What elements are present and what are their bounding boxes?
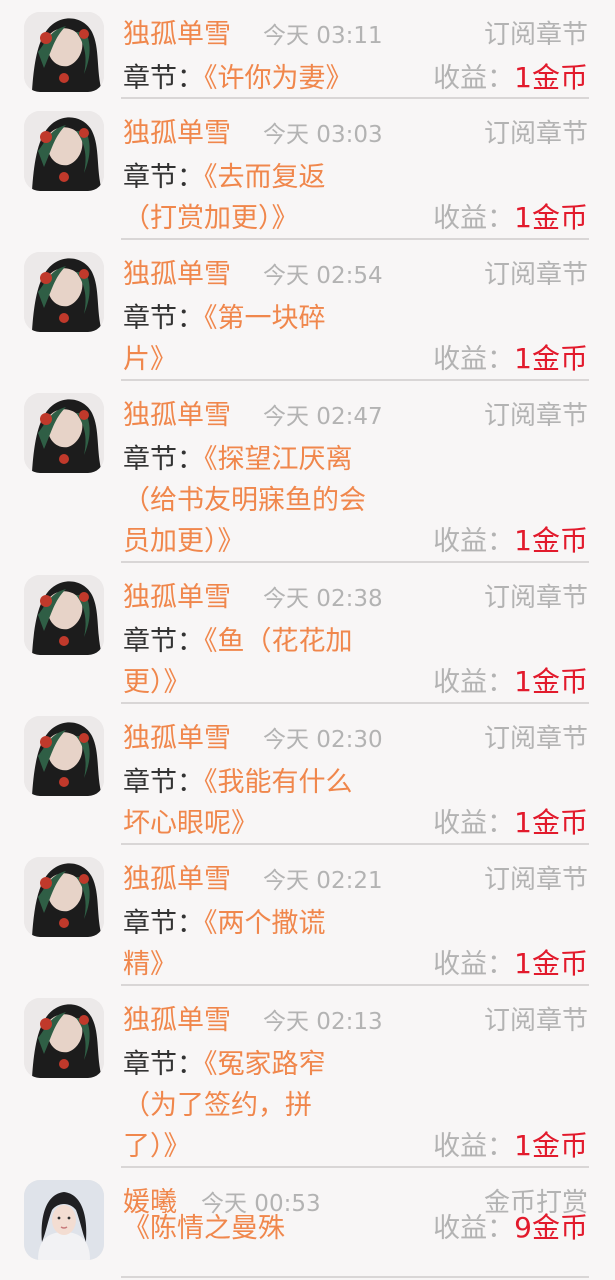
divider xyxy=(121,1276,589,1278)
avatar[interactable] xyxy=(24,575,104,655)
user-name[interactable]: 独孤单雪 xyxy=(123,256,231,294)
chapter-label: 章节： xyxy=(123,1049,204,1080)
timestamp: 今天 02:47 xyxy=(263,404,383,430)
record-type: 订阅章节 xyxy=(483,583,588,613)
avatar[interactable] xyxy=(24,998,104,1078)
avatar[interactable] xyxy=(24,393,104,473)
income-value: 1金币 xyxy=(514,342,588,375)
chapter-title[interactable]: 《许你为妻》 xyxy=(204,63,353,94)
record-type: 订阅章节 xyxy=(483,865,588,895)
income-value: 1金币 xyxy=(514,524,588,557)
user-name[interactable]: 独孤单雪 xyxy=(123,115,231,153)
income: 收益：1金币 xyxy=(433,661,588,703)
income: 收益：1金币 xyxy=(433,1125,588,1167)
avatar[interactable] xyxy=(24,111,104,191)
income: 收益：1金币 xyxy=(433,57,588,99)
avatar[interactable] xyxy=(24,716,104,796)
income-label: 收益： xyxy=(433,949,515,980)
timestamp: 今天 02:38 xyxy=(263,586,383,612)
income-label: 收益： xyxy=(433,808,515,839)
user-name[interactable]: 独孤单雪 xyxy=(123,16,231,54)
record-type: 订阅章节 xyxy=(483,724,588,754)
income: 收益：9金币 xyxy=(433,1207,588,1249)
timestamp: 今天 03:03 xyxy=(263,122,383,148)
chapter-label: 章节： xyxy=(123,444,204,475)
avatar[interactable] xyxy=(24,1180,104,1260)
user-name[interactable]: 独孤单雪 xyxy=(123,861,231,899)
income-value: 1金币 xyxy=(514,201,588,234)
income: 收益：1金币 xyxy=(433,943,588,985)
list-item[interactable]: 独孤单雪 今天 02:30 订阅章节 章节：《我能有什么 坏心眼呢》 收益：1金… xyxy=(0,704,615,845)
item-content: 独孤单雪 今天 03:11 订阅章节 章节：《许你为妻》 收益：1金币 xyxy=(123,0,588,99)
income-label: 收益： xyxy=(433,1213,515,1244)
income-label: 收益： xyxy=(433,344,515,375)
item-content: 独孤单雪 今天 02:38 订阅章节 章节：《鱼（花花加 更）》 收益：1金币 xyxy=(123,563,588,703)
income-value: 1金币 xyxy=(514,947,588,980)
avatar[interactable] xyxy=(24,252,104,332)
chapter-label: 章节： xyxy=(123,626,204,657)
income: 收益：1金币 xyxy=(433,197,588,239)
list-item[interactable]: 独孤单雪 今天 02:21 订阅章节 章节：《两个撒谎 精》 收益：1金币 xyxy=(0,845,615,986)
chapter-label: 章节： xyxy=(123,303,204,334)
timestamp: 今天 02:30 xyxy=(263,727,383,753)
user-name[interactable]: 独孤单雪 xyxy=(123,1002,231,1040)
list-item[interactable]: 媛曦 今天 00:53 金币打赏 《陈情之曼殊 收益：9金币 xyxy=(0,1168,615,1278)
income-value: 1金币 xyxy=(514,665,588,698)
list-item[interactable]: 独孤单雪 今天 03:03 订阅章节 章节：《去而复返 （打赏加更）》 收益：1… xyxy=(0,99,615,240)
income-value: 1金币 xyxy=(514,806,588,839)
item-content: 独孤单雪 今天 02:54 订阅章节 章节：《第一块碎 片》 收益：1金币 xyxy=(123,240,588,380)
chapter-label: 章节： xyxy=(123,162,204,193)
income-label: 收益： xyxy=(433,526,515,557)
item-content: 独孤单雪 今天 03:03 订阅章节 章节：《去而复返 （打赏加更）》 收益：1… xyxy=(123,99,588,239)
user-name[interactable]: 独孤单雪 xyxy=(123,720,231,758)
record-type: 订阅章节 xyxy=(483,401,588,431)
timestamp: 今天 02:13 xyxy=(263,1009,383,1035)
list-item[interactable]: 独孤单雪 今天 03:11 订阅章节 章节：《许你为妻》 收益：1金币 xyxy=(0,0,615,99)
record-type: 订阅章节 xyxy=(483,1006,588,1036)
chapter-label: 章节： xyxy=(123,767,204,798)
user-name[interactable]: 独孤单雪 xyxy=(123,579,231,617)
item-content: 媛曦 今天 00:53 金币打赏 《陈情之曼殊 收益：9金币 xyxy=(123,1168,588,1249)
timestamp: 今天 03:11 xyxy=(263,23,383,49)
reward-record-list: 独孤单雪 今天 03:11 订阅章节 章节：《许你为妻》 收益：1金币 独孤单雪… xyxy=(0,0,615,1278)
item-content: 独孤单雪 今天 02:47 订阅章节 章节：《探望江厌离 （给书友明寐鱼的会 员… xyxy=(123,381,588,562)
list-item[interactable]: 独孤单雪 今天 02:13 订阅章节 章节：《冤家路窄 （为了签约，拼 了）》 … xyxy=(0,986,615,1168)
record-type: 订阅章节 xyxy=(483,119,588,149)
income: 收益：1金币 xyxy=(433,520,588,562)
item-content: 独孤单雪 今天 02:13 订阅章节 章节：《冤家路窄 （为了签约，拼 了）》 … xyxy=(123,986,588,1167)
user-name[interactable]: 独孤单雪 xyxy=(123,397,231,435)
income-label: 收益： xyxy=(433,63,515,94)
chapter-label: 章节： xyxy=(123,908,204,939)
avatar[interactable] xyxy=(24,12,104,92)
list-item[interactable]: 独孤单雪 今天 02:38 订阅章节 章节：《鱼（花花加 更）》 收益：1金币 xyxy=(0,563,615,704)
income-value: 1金币 xyxy=(514,61,588,94)
record-type: 订阅章节 xyxy=(483,260,588,290)
income-label: 收益： xyxy=(433,667,515,698)
item-content: 独孤单雪 今天 02:30 订阅章节 章节：《我能有什么 坏心眼呢》 收益：1金… xyxy=(123,704,588,844)
item-content: 独孤单雪 今天 02:21 订阅章节 章节：《两个撒谎 精》 收益：1金币 xyxy=(123,845,588,985)
avatar[interactable] xyxy=(24,857,104,937)
income: 收益：1金币 xyxy=(433,338,588,380)
list-item[interactable]: 独孤单雪 今天 02:54 订阅章节 章节：《第一块碎 片》 收益：1金币 xyxy=(0,240,615,381)
timestamp: 今天 02:54 xyxy=(263,263,383,289)
chapter-title[interactable]: 《陈情之曼殊 xyxy=(123,1213,285,1244)
income-value: 1金币 xyxy=(514,1129,588,1162)
record-type: 订阅章节 xyxy=(483,20,588,50)
list-item[interactable]: 独孤单雪 今天 02:47 订阅章节 章节：《探望江厌离 （给书友明寐鱼的会 员… xyxy=(0,381,615,563)
timestamp: 今天 02:21 xyxy=(263,868,383,894)
income-label: 收益： xyxy=(433,1131,515,1162)
income: 收益：1金币 xyxy=(433,802,588,844)
chapter-label: 章节： xyxy=(123,63,204,94)
income-value: 9金币 xyxy=(514,1211,588,1244)
income-label: 收益： xyxy=(433,203,515,234)
